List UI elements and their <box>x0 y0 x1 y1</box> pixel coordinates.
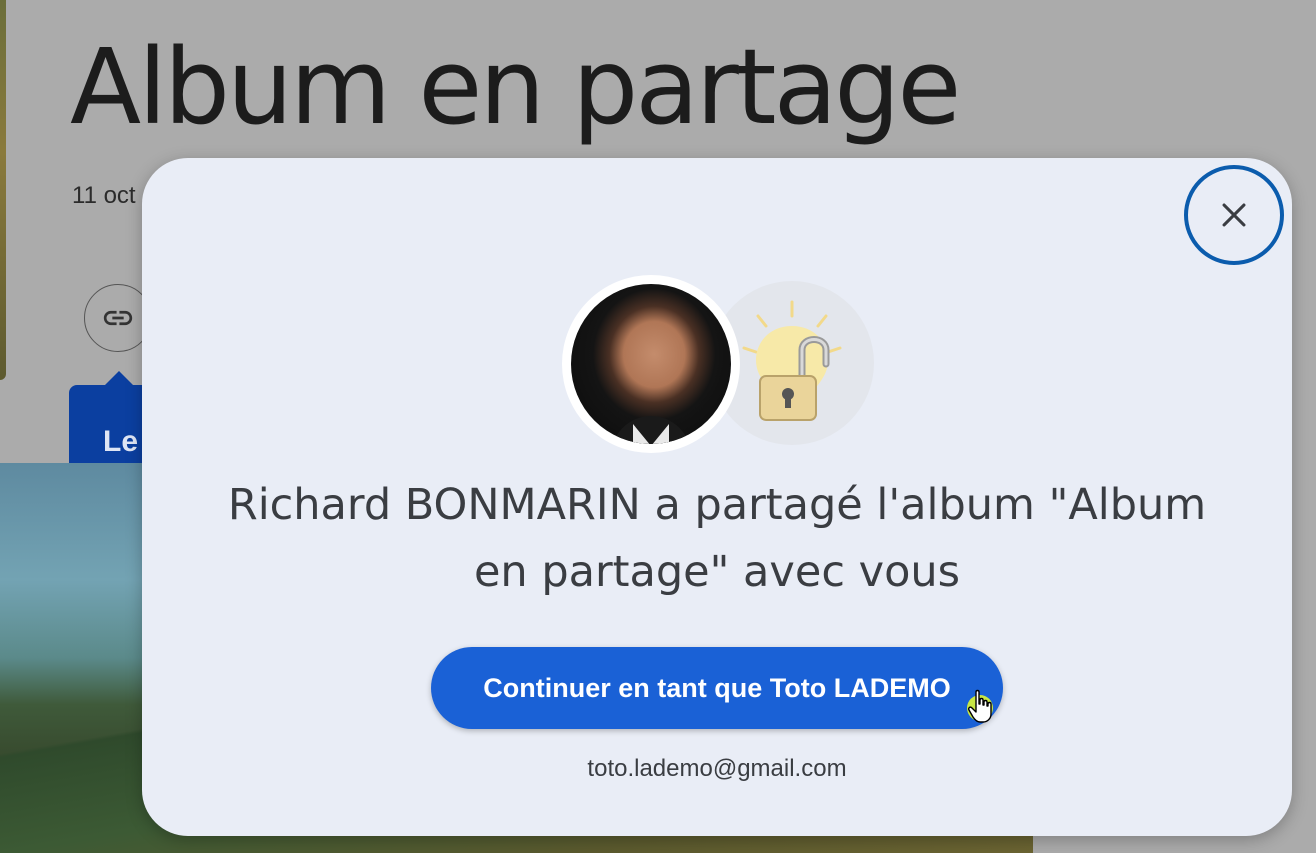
shared-album-dialog: Richard BONMARIN a partagé l'album "Albu… <box>142 158 1292 836</box>
tooltip-text: Le <box>103 425 139 458</box>
link-icon <box>103 310 133 326</box>
sharer-avatar <box>562 275 740 453</box>
share-message-text: Richard BONMARIN a partagé l'album "Albu… <box>227 480 1207 597</box>
continue-as-user-button[interactable]: Continuer en tant que Toto LADEMO <box>431 647 1003 729</box>
share-message: Richard BONMARIN a partagé l'album "Albu… <box>142 472 1292 606</box>
close-icon <box>1222 203 1246 227</box>
hand-pointer-cursor-icon <box>966 688 998 724</box>
previous-photo-thumbnail[interactable] <box>0 0 6 380</box>
account-email: toto.lademo@gmail.com <box>587 755 847 782</box>
album-title: Album en partage <box>70 26 961 148</box>
sharer-photo <box>571 284 731 444</box>
avatar-group <box>562 275 882 455</box>
album-date: 11 oct <box>72 182 136 209</box>
close-button[interactable] <box>1184 165 1284 265</box>
